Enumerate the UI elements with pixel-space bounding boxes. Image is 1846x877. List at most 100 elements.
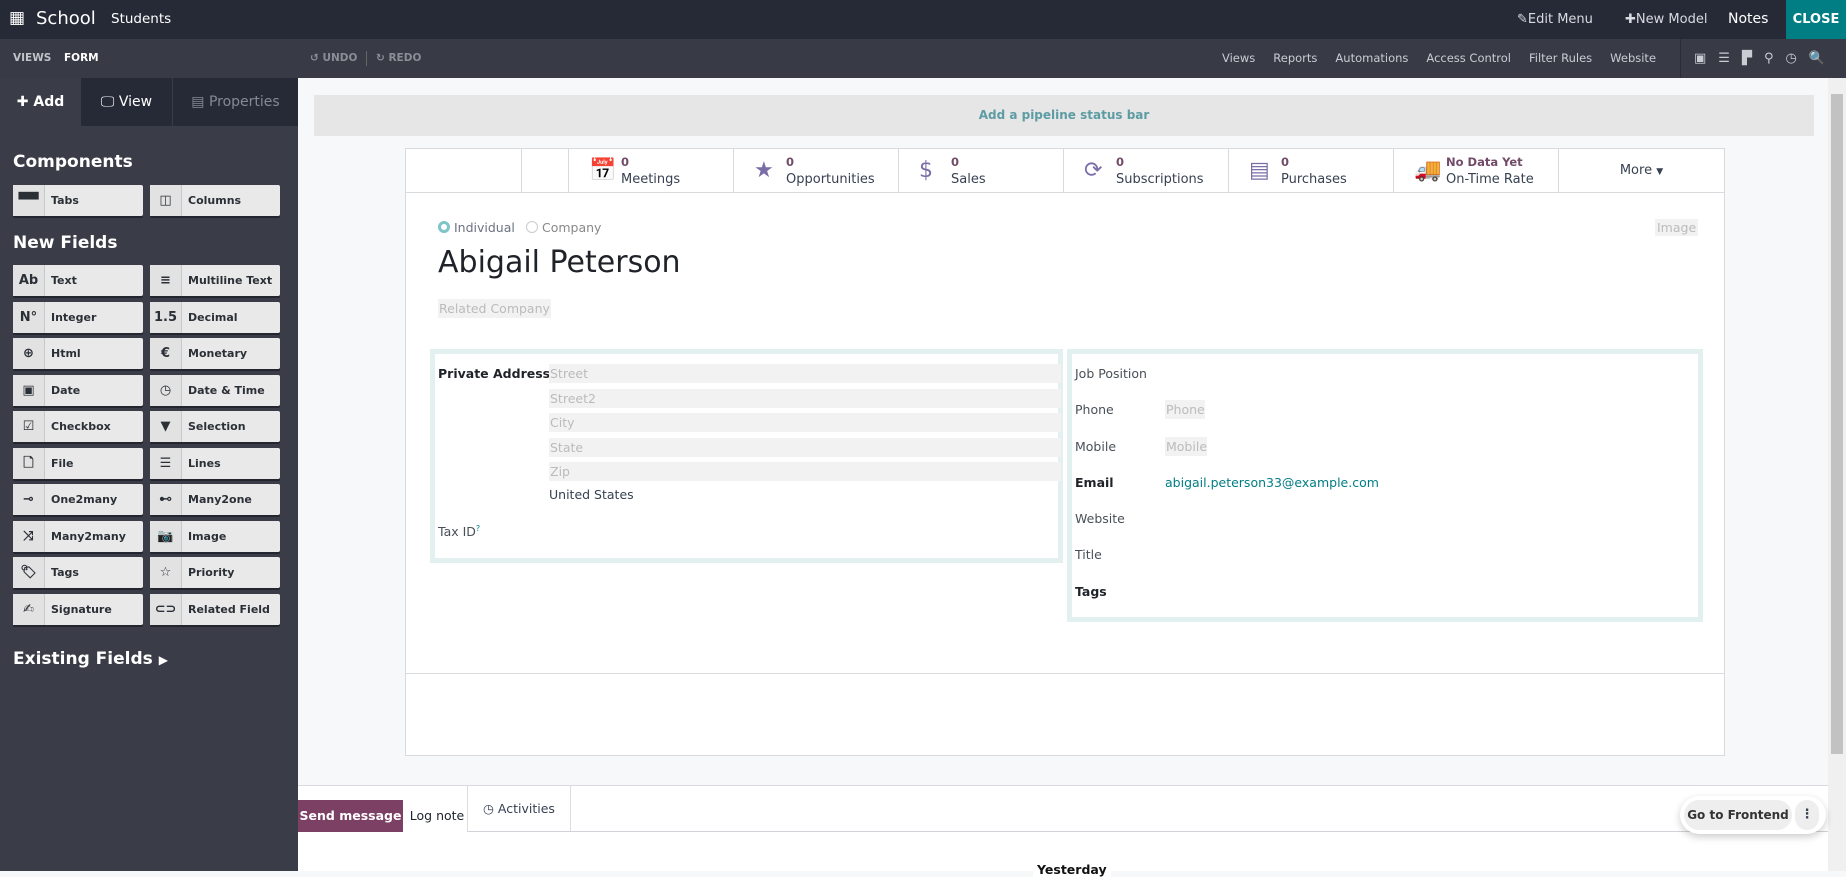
field-date[interactable]: ▣ Date: [13, 374, 143, 406]
field-related-field[interactable]: ⊂⊃ Related Field: [150, 593, 280, 625]
caret-right-icon: ▶: [158, 653, 168, 667]
scrollbar-thumb[interactable]: [1831, 94, 1843, 754]
related-company-field[interactable]: Related Company: [438, 299, 551, 318]
tab-view[interactable]: 🖵 View: [81, 78, 172, 126]
component-label: Related Field: [188, 602, 270, 616]
existing-fields-toggle[interactable]: Existing Fields ▶: [13, 649, 168, 669]
address-state-input[interactable]: State: [549, 437, 1061, 457]
tab-properties[interactable]: ▤ Properties: [173, 78, 298, 126]
many2many-icon: ⤨: [13, 520, 45, 552]
studio-link-filter-rules[interactable]: Filter Rules: [1529, 39, 1592, 78]
frontend-widget: Go to Frontend ⋮: [1680, 796, 1826, 834]
field-file[interactable]: 🗋 File: [13, 447, 143, 479]
field-integer[interactable]: N° Integer: [13, 301, 143, 333]
field-signature[interactable]: ✍ Signature: [13, 593, 143, 625]
activities-button[interactable]: ◷ Activities: [467, 786, 571, 831]
contact-group[interactable]: [1067, 349, 1703, 622]
many2one-icon: ⊷: [150, 484, 182, 515]
stat-button-meetings[interactable]: 📅 0 Meetings: [569, 149, 734, 193]
more-options-icon[interactable]: ⋮: [1795, 800, 1819, 830]
send-message-button[interactable]: Send message: [298, 800, 403, 832]
field-lines[interactable]: ☰ Lines: [150, 447, 280, 479]
partner-name[interactable]: Abigail Peterson: [438, 245, 681, 280]
map-view-icon[interactable]: ⚲: [1764, 39, 1774, 78]
breadcrumb-form: FORM: [64, 52, 99, 64]
phone-input[interactable]: Phone: [1165, 400, 1205, 419]
studio-link-automations[interactable]: Automations: [1335, 39, 1408, 78]
job-position-label[interactable]: Job Position: [1075, 366, 1147, 381]
close-button[interactable]: CLOSE: [1786, 0, 1846, 39]
search-view-icon[interactable]: 🔍: [1809, 39, 1825, 78]
app-name[interactable]: School: [36, 8, 96, 29]
undo-button[interactable]: ↺ UNDO: [310, 52, 357, 64]
field-many2many[interactable]: ⤨ Many2many: [13, 520, 143, 552]
lines-icon: ☰: [150, 447, 182, 479]
component-label: Tags: [51, 566, 79, 579]
studio-link-access-control[interactable]: Access Control: [1426, 39, 1511, 78]
tab-add[interactable]: ✚ Add: [0, 78, 81, 126]
field-monetary[interactable]: € Monetary: [150, 338, 280, 369]
field-date-time[interactable]: ◷ Date & Time: [150, 374, 280, 406]
field-many2one[interactable]: ⊷ Many2one: [150, 484, 280, 515]
field-priority[interactable]: ☆ Priority: [150, 557, 280, 588]
empty-slot[interactable]: [522, 149, 569, 193]
priority-icon: ☆: [150, 557, 182, 588]
field-html[interactable]: ⊕ Html: [13, 338, 143, 369]
field-selection[interactable]: ▼ Selection: [150, 411, 280, 442]
apps-menu-icon[interactable]: ▦: [9, 10, 25, 27]
empty-slot[interactable]: [406, 149, 522, 193]
field-one2many[interactable]: ⊸ One2many: [13, 484, 143, 515]
stat-button-sales[interactable]: $0 Sales: [899, 149, 1064, 193]
field-multiline-text[interactable]: ≡ Multiline Text: [150, 265, 280, 296]
phone-label: Phone: [1075, 402, 1114, 417]
field-text[interactable]: Ab Text: [13, 265, 143, 296]
scrollbar[interactable]: [1828, 78, 1846, 871]
list-view-icon[interactable]: ☰: [1718, 39, 1730, 78]
go-to-frontend-button[interactable]: Go to Frontend: [1684, 800, 1792, 830]
stat-value: 0: [786, 155, 795, 169]
component-label: Date: [51, 383, 81, 397]
stat-button-on-time-rate[interactable]: 🚚 No Data Yet On-Time Rate: [1394, 149, 1559, 193]
address-zip-input[interactable]: Zip: [549, 462, 1061, 481]
multiline-text-icon: ≡: [150, 265, 182, 296]
stat-button-opportunities[interactable]: ★ 0 Opportunities: [734, 149, 899, 193]
stat-icon: ▤: [1249, 158, 1270, 183]
redo-button[interactable]: ↻ REDO: [376, 52, 421, 64]
edit-menu-button[interactable]: ✎Edit Menu: [1517, 0, 1593, 39]
component-tabs[interactable]: ▀▀ Tabs: [13, 185, 143, 216]
field-tags[interactable]: 🏷 Tags: [13, 557, 143, 588]
mobile-label: Mobile: [1075, 439, 1117, 454]
field-image[interactable]: 📷 Image: [150, 520, 280, 552]
menu-students[interactable]: Students: [111, 11, 171, 27]
activity-view-icon[interactable]: ◷: [1785, 39, 1796, 78]
field-decimal[interactable]: 1.5 Decimal: [150, 301, 280, 333]
help-tooltip-icon[interactable]: ?: [476, 524, 480, 533]
component-label: Lines: [188, 456, 221, 470]
studio-link-views[interactable]: Views: [1222, 39, 1255, 78]
form-view-icon[interactable]: ▣: [1694, 39, 1706, 78]
image-field[interactable]: Image: [1655, 219, 1699, 236]
email-value[interactable]: abigail.peterson33@example.com: [1165, 475, 1379, 490]
radio-individual[interactable]: Individual: [438, 220, 515, 235]
kanban-view-icon[interactable]: ▛: [1742, 39, 1752, 78]
stat-button-subscriptions[interactable]: ⟳ 0 Subscriptions: [1064, 149, 1229, 193]
top-navbar: ▦ School Students ✎Edit Menu ✚New Model …: [0, 0, 1846, 39]
log-note-button[interactable]: Log note: [406, 800, 468, 832]
country-value[interactable]: United States: [549, 487, 634, 502]
pipeline-status-bar-placeholder[interactable]: Add a pipeline status bar: [314, 95, 1814, 136]
new-model-button[interactable]: ✚New Model: [1625, 0, 1707, 39]
studio-link-reports[interactable]: Reports: [1273, 39, 1317, 78]
stat-button-purchases[interactable]: ▤ 0 Purchases: [1229, 149, 1394, 193]
notes-button[interactable]: Notes: [1728, 0, 1768, 39]
studio-link-website[interactable]: Website: [1610, 39, 1656, 78]
address-street-input[interactable]: Street: [549, 364, 1061, 383]
radio-company[interactable]: Company: [526, 220, 601, 235]
more-button[interactable]: More ▼: [1559, 149, 1724, 193]
field-checkbox[interactable]: ☑ Checkbox: [13, 411, 143, 442]
address-street2-input[interactable]: Street2: [549, 388, 1061, 408]
component-columns[interactable]: ◫ Columns: [150, 185, 280, 216]
address-city-input[interactable]: City: [549, 413, 1061, 432]
file-icon: 🗋: [13, 447, 45, 479]
breadcrumb-views[interactable]: VIEWS: [13, 52, 51, 64]
mobile-input[interactable]: Mobile: [1165, 437, 1208, 456]
